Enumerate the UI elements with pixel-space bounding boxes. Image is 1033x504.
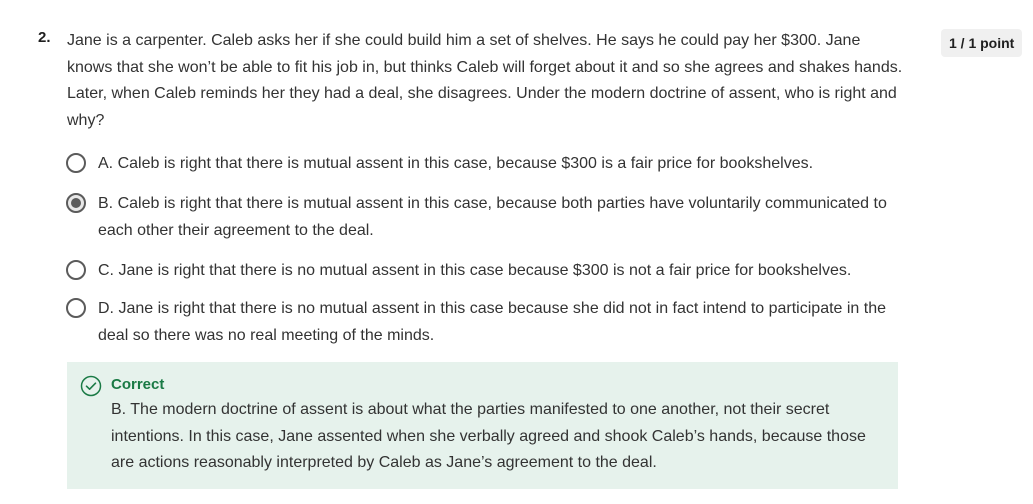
feedback-panel: Correct B. The modern doctrine of assent… — [67, 362, 898, 489]
quiz-question: 2. Jane is a carpenter. Caleb asks her i… — [0, 0, 1033, 504]
option-label-d: D. Jane is right that there is no mutual… — [98, 300, 887, 344]
option-label-c: C. Jane is right that there is no mutual… — [98, 262, 852, 279]
question-text: Jane is a carpenter. Caleb asks her if s… — [67, 32, 903, 129]
radio-button-c[interactable] — [66, 260, 86, 280]
points-badge: 1 / 1 point — [941, 29, 1023, 57]
radio-button-d[interactable] — [66, 298, 86, 318]
radio-button-b[interactable] — [66, 193, 86, 213]
radio-button-a[interactable] — [66, 153, 86, 173]
check-circle-icon — [80, 375, 102, 397]
feedback-status: Correct — [111, 376, 165, 393]
option-label-a: A. Caleb is right that there is mutual a… — [98, 155, 814, 172]
option-label-b: B. Caleb is right that there is mutual a… — [98, 195, 887, 239]
question-number: 2. — [38, 29, 51, 46]
feedback-explanation: B. The modern doctrine of assent is abou… — [111, 401, 866, 471]
